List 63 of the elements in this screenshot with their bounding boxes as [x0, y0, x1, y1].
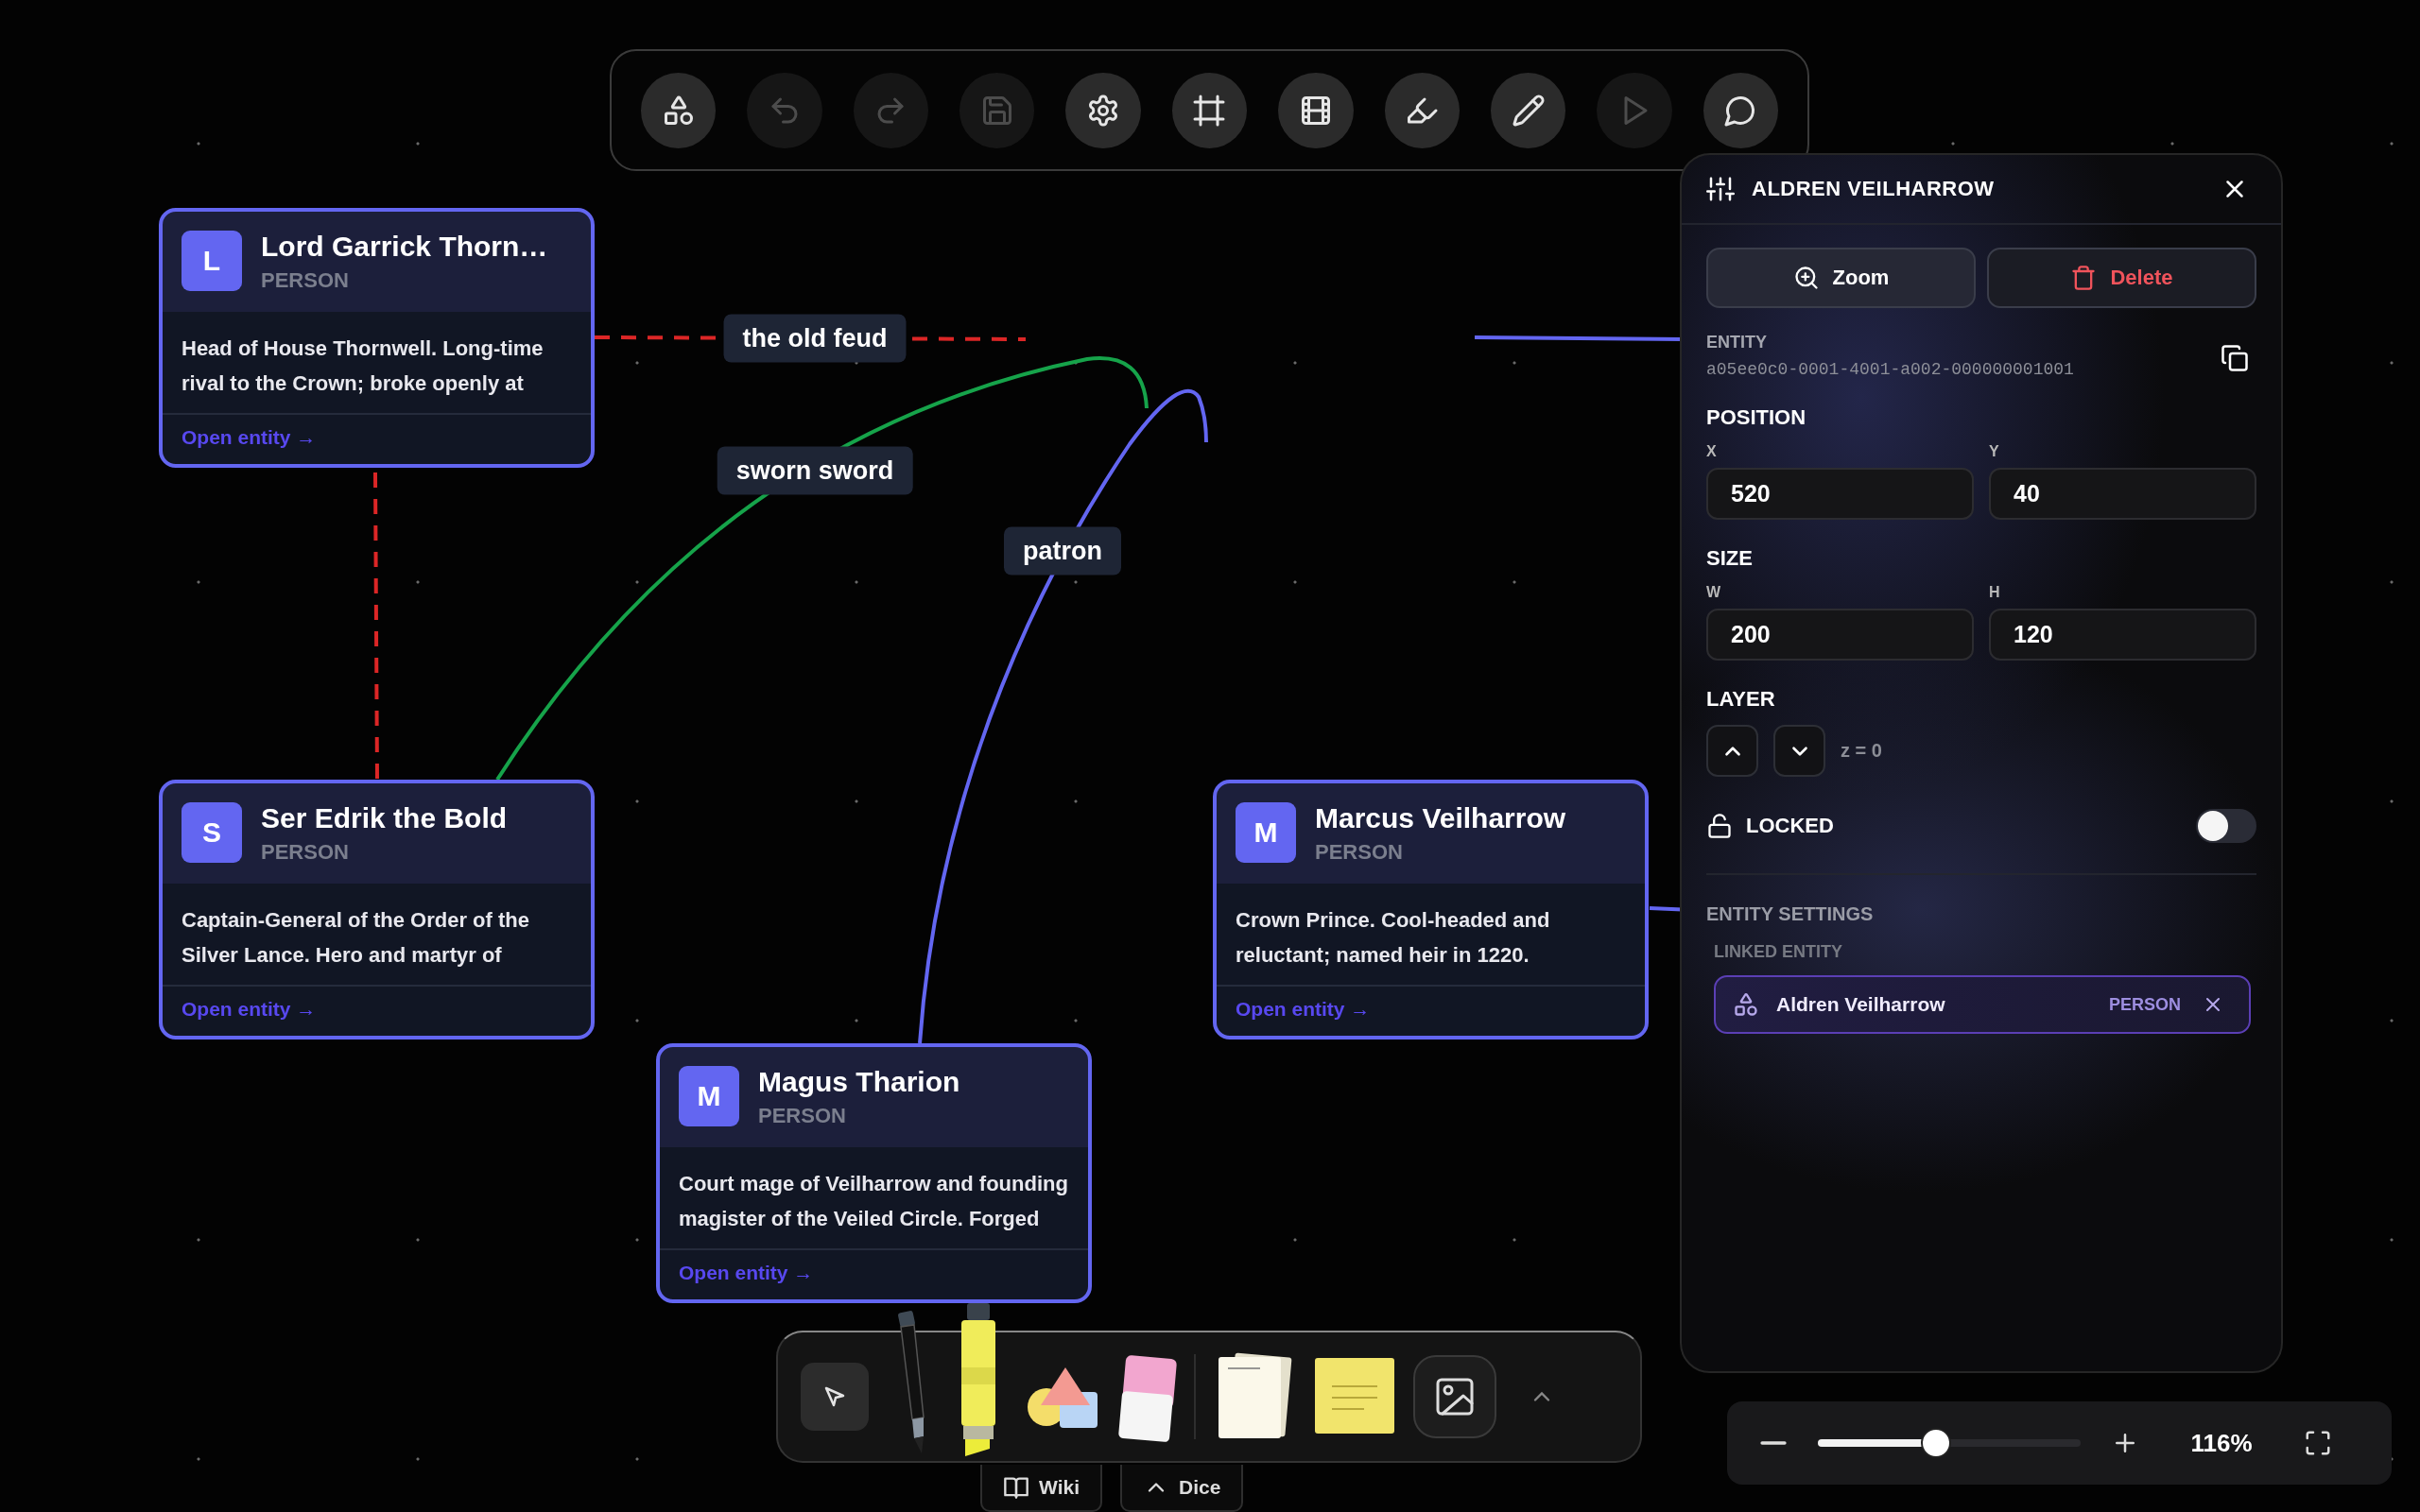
pointer-tool-button[interactable]	[801, 1363, 869, 1431]
entity-type: PERSON	[261, 840, 350, 865]
entity-card[interactable]: M Marcus Veilharrow PERSON Crown Prince. Cool-headed and reluctant; named heir in 1220. Open entity →	[1213, 780, 1649, 1040]
layer-reading: z = 0	[1841, 740, 1882, 762]
entity-id: a05ee0c0-0001-4001-a002-000000001001	[1706, 360, 2075, 379]
entity-card[interactable]: L Lord Garrick Thorn… PERSON Head of House Thornwell. Long-time rival to the Crown; broke openly at Open entity →	[159, 208, 595, 468]
linked-entity-type: PERSON	[2108, 994, 2181, 1015]
entity-name: Magus Tharion	[758, 1066, 960, 1098]
panel-title: ALDREN VEILHARROW	[1752, 177, 1996, 201]
copy-icon	[2221, 344, 2249, 372]
entity-name: Lord Garrick Thorn…	[261, 231, 548, 263]
zoom-button[interactable]: Zoom	[1706, 248, 1976, 308]
section-heading: POSITION	[1706, 405, 1807, 430]
shapes-icon	[1733, 991, 1759, 1018]
field-label: Y	[1989, 443, 2000, 460]
entity-description: Court mage of Veilharrow and founding magister of the Veiled Circle. Forged	[678, 1171, 1069, 1232]
image-icon	[1436, 1378, 1474, 1416]
zoom-reading: 116%	[2189, 1428, 2254, 1458]
linked-entity-chip[interactable]: Aldren Veilharrow PERSON	[1714, 975, 2251, 1034]
subsection-heading: LINKED ENTITY	[1714, 942, 1843, 962]
field-label: W	[1706, 584, 1722, 601]
pencil-icon	[1511, 93, 1546, 128]
edge-label: patron	[1004, 526, 1121, 576]
field-label: X	[1706, 443, 1718, 460]
lock-icon	[1706, 813, 1733, 839]
zoom-in-icon	[1792, 265, 1820, 291]
section-heading: SIZE	[1706, 546, 1754, 571]
entity-card[interactable]: S Ser Edrik the Bold PERSON Captain-General of the Order of the Silver Lance. Hero and martyr of Open entity →	[159, 780, 595, 1040]
entity-description: Captain-General of the Order of the Silver Lance. Hero and martyr of	[181, 907, 530, 969]
section-heading: LAYER	[1706, 687, 1776, 712]
entity-type: PERSON	[1315, 840, 1404, 865]
entity-type: PERSON	[758, 1104, 847, 1128]
edge-label: the old feud	[723, 314, 907, 363]
entity-name: Marcus Veilharrow	[1315, 802, 1566, 834]
entity-type: PERSON	[261, 268, 350, 293]
linked-entity-name: Aldren Veilharrow	[1776, 993, 1946, 1016]
entity-description: Crown Prince. Cool-headed and reluctant; named heir in 1220.	[1235, 907, 1551, 969]
avatar: S	[182, 802, 242, 863]
panel-tab[interactable]: Dice	[1120, 1465, 1244, 1512]
avatar: M	[1236, 802, 1296, 863]
section-heading: ENTITY SETTINGS	[1706, 903, 1875, 925]
number-field[interactable]: 520	[1706, 468, 1974, 520]
number-field[interactable]: 40	[1989, 468, 2256, 520]
avatar: L	[182, 231, 242, 291]
entity-description: Head of House Thornwell. Long-time rival to the Crown; broke openly at	[181, 335, 544, 397]
lock-toggle[interactable]	[2196, 809, 2256, 843]
minus-icon	[1759, 1439, 1788, 1447]
number-field[interactable]: 200	[1706, 609, 1974, 661]
frame-icon	[1192, 93, 1227, 128]
entity-card[interactable]: M Magus Tharion PERSON Court mage of Veilharrow and founding magister of the Veiled Circle. Forged Open entity →	[656, 1043, 1092, 1303]
entity-label: ENTITY	[1706, 333, 1768, 352]
field-label: H	[1989, 584, 2001, 601]
number-field[interactable]: 120	[1989, 609, 2256, 661]
panel-tab[interactable]: Wiki	[980, 1465, 1102, 1512]
avatar: M	[679, 1066, 739, 1126]
delete-button[interactable]: Delete	[1987, 248, 2256, 308]
fullscreen-icon	[2304, 1429, 2332, 1457]
sliders-icon	[1706, 175, 1735, 203]
zoom-slider[interactable]	[1818, 1428, 2081, 1458]
edge-label: sworn sword	[717, 446, 913, 495]
image-button[interactable]	[1413, 1355, 1496, 1438]
locked-label: LOCKED	[1746, 814, 1835, 838]
entity-name: Ser Edrik the Bold	[261, 802, 508, 834]
